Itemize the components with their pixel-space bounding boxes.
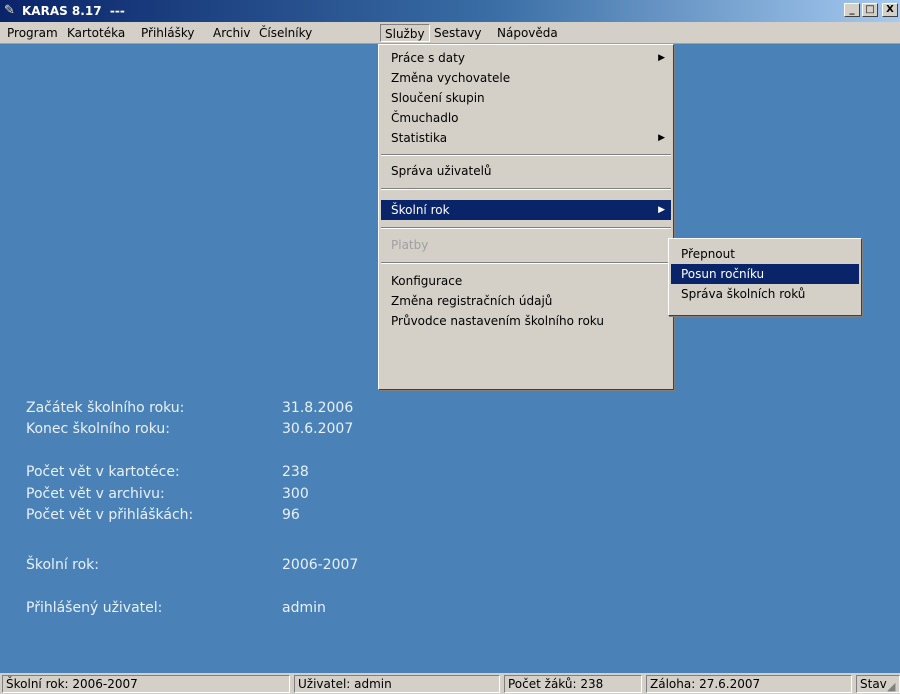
maximize-button[interactable]: □: [862, 3, 878, 17]
menu-sluzby[interactable]: Služby: [380, 24, 430, 42]
menu-kartoteka[interactable]: Kartotéka: [63, 24, 129, 42]
menu-item-label: Práce s daty: [391, 51, 465, 65]
end-label: Konec školního roku:: [26, 421, 170, 437]
status-user: Uživatel: admin: [294, 675, 500, 693]
menu-item-statistika[interactable]: Statistika ▶: [381, 128, 671, 148]
start-label: Začátek školního roku:: [26, 400, 185, 416]
close-button[interactable]: X: [882, 3, 898, 17]
menu-item-slouceni-skupin[interactable]: Sloučení skupin: [381, 88, 671, 108]
menu-archiv[interactable]: Archiv: [209, 24, 255, 42]
menu-separator: [381, 262, 671, 264]
submenu-item-sprava-skolnich-roku[interactable]: Správa školních roků: [671, 284, 859, 304]
menu-item-skolni-rok[interactable]: Školní rok ▶: [381, 200, 671, 220]
status-backup: Záloha: 27.6.2007: [646, 675, 852, 693]
status-student-count: Počet žáků: 238: [504, 675, 642, 693]
menu-item-cmuchadlo[interactable]: Čmuchadlo: [381, 108, 671, 128]
submenu-arrow-icon: ▶: [658, 133, 665, 143]
kartoteka-count-value: 238: [282, 464, 309, 480]
prihlasky-count-value: 96: [282, 507, 300, 523]
menu-item-label: Statistika: [391, 131, 448, 145]
menu-item-zmena-registracnich-udaju[interactable]: Změna registračních údajů: [381, 291, 671, 311]
window-title: KARAS 8.17 ---: [22, 4, 125, 18]
status-bar: Školní rok: 2006-2007 Uživatel: admin Po…: [0, 673, 900, 694]
skolni-rok-submenu: Přepnout Posun ročníku Správa školních r…: [668, 238, 862, 316]
archiv-count-label: Počet vět v archivu:: [26, 486, 165, 502]
kartoteka-count-label: Počet vět v kartotéce:: [26, 464, 180, 480]
menu-item-konfigurace[interactable]: Konfigurace: [381, 271, 671, 291]
status-school-year: Školní rok: 2006-2007: [2, 675, 290, 693]
minimize-button[interactable]: _: [844, 3, 860, 17]
end-value: 30.6.2007: [282, 421, 354, 437]
menu-item-pruvodce-nastavenim[interactable]: Průvodce nastavením školního roku: [381, 311, 671, 331]
menu-item-sprava-uzivatelu[interactable]: Správa uživatelů: [381, 161, 671, 181]
sluzby-dropdown: Práce s daty ▶ Změna vychovatele Sloučen…: [378, 44, 674, 390]
menu-item-label: Školní rok: [391, 203, 450, 217]
archiv-count-value: 300: [282, 486, 309, 502]
menu-program[interactable]: Program: [3, 24, 62, 42]
logged-user-value: admin: [282, 600, 326, 616]
menu-sestavy[interactable]: Sestavy: [430, 24, 486, 42]
app-icon[interactable]: ✎: [4, 3, 20, 19]
logged-user-label: Přihlášený uživatel:: [26, 600, 163, 616]
submenu-item-posun-rocniku[interactable]: Posun ročníku: [671, 264, 859, 284]
menu-separator: [381, 188, 671, 190]
submenu-arrow-icon: ▶: [658, 53, 665, 63]
submenu-item-prepnout[interactable]: Přepnout: [671, 244, 859, 264]
menu-separator: [381, 154, 671, 156]
title-bar[interactable]: ✎ KARAS 8.17 --- _ □ X: [0, 0, 900, 22]
resize-grip-icon[interactable]: ◢: [887, 681, 899, 693]
prihlasky-count-label: Počet vět v přihláškách:: [26, 507, 194, 523]
school-year-value: 2006-2007: [282, 557, 359, 573]
menu-napoveda[interactable]: Nápověda: [493, 24, 562, 42]
menu-ciselniky[interactable]: Číselníky: [255, 24, 316, 42]
menu-bar: Program Kartotéka Přihlášky Archiv Čísel…: [0, 22, 900, 44]
menu-prihlasky[interactable]: Přihlášky: [137, 24, 198, 42]
menu-item-zmena-vychovatele[interactable]: Změna vychovatele: [381, 68, 671, 88]
submenu-arrow-icon: ▶: [658, 205, 665, 215]
menu-item-prace-s-daty[interactable]: Práce s daty ▶: [381, 48, 671, 68]
school-year-label: Školní rok:: [26, 557, 100, 573]
start-value: 31.8.2006: [282, 400, 354, 416]
menu-item-platby[interactable]: Platby: [381, 235, 671, 255]
menu-separator: [381, 227, 671, 229]
